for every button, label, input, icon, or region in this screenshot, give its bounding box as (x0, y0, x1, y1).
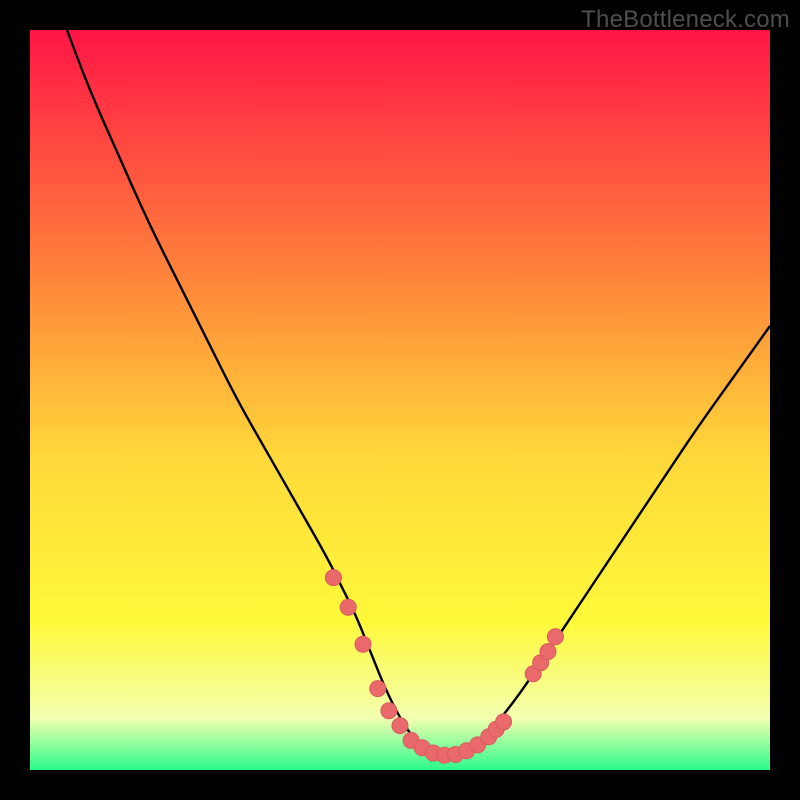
highlight-marker (496, 714, 512, 730)
highlight-marker (370, 681, 386, 697)
highlight-marker (392, 718, 408, 734)
highlight-marker (547, 629, 563, 645)
highlight-marker (355, 636, 371, 652)
bottleneck-chart (30, 30, 770, 770)
highlight-marker (540, 644, 556, 660)
highlight-marker (381, 703, 397, 719)
highlight-marker (340, 599, 356, 615)
gradient-background (30, 30, 770, 770)
chart-frame (30, 30, 770, 770)
highlight-marker (325, 570, 341, 586)
